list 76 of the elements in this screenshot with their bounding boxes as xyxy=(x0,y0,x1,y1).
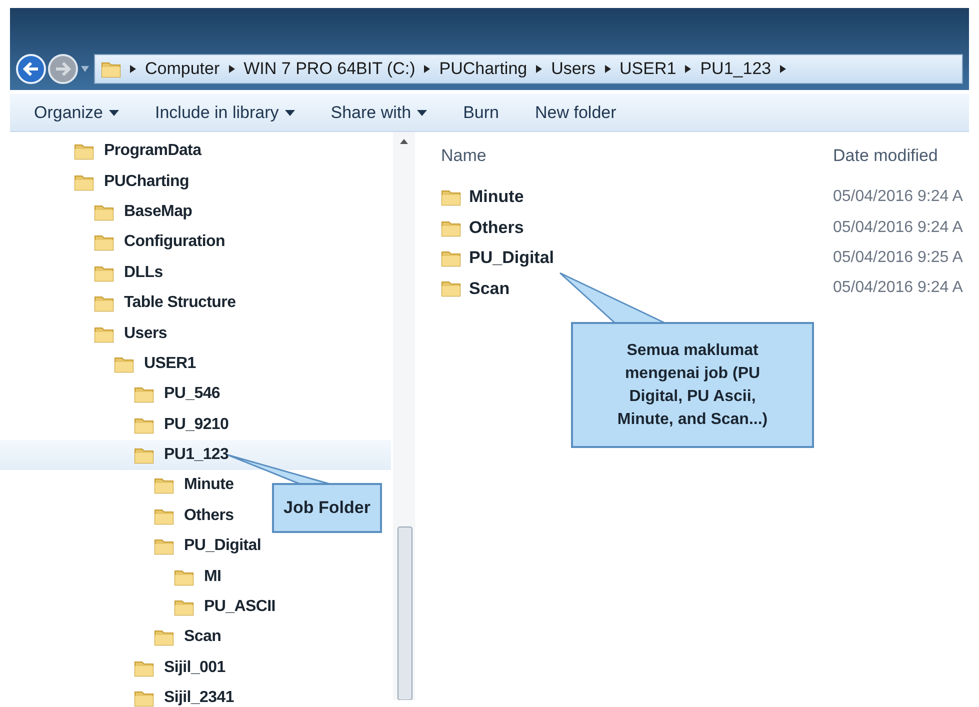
folder-icon xyxy=(174,568,194,586)
folder-icon xyxy=(114,354,134,373)
toolbar-button[interactable]: Include in library xyxy=(154,100,295,126)
tree-item[interactable]: PU_Digital xyxy=(0,531,262,562)
chevron-icon xyxy=(684,64,692,74)
folder-icon xyxy=(134,658,154,677)
tree-item[interactable]: Sijil_2341 xyxy=(0,683,234,707)
tree-item[interactable]: Minute xyxy=(0,470,234,501)
toolbar-button[interactable]: New folder xyxy=(535,100,616,126)
folder-icon xyxy=(74,142,94,160)
folder-icon xyxy=(134,416,154,434)
folder-icon xyxy=(441,279,461,298)
folder-icon xyxy=(154,476,174,494)
tree-item[interactable]: PU_546 xyxy=(0,379,220,410)
tree-item[interactable]: BaseMap xyxy=(0,196,192,228)
back-button[interactable] xyxy=(16,54,46,84)
folder-icon xyxy=(94,233,114,252)
date-modified: 05/04/2016 9:24 A xyxy=(833,218,963,238)
callout: Job Folder xyxy=(272,483,382,533)
folder-icon xyxy=(94,324,114,343)
tree-item[interactable]: PUCharting xyxy=(0,166,190,197)
breadcrumb[interactable]: USER1 xyxy=(620,56,676,82)
tree-item[interactable]: MI xyxy=(0,561,222,592)
dropdown-arrow-icon[interactable] xyxy=(80,65,90,73)
column-header[interactable]: Name xyxy=(441,143,833,169)
chevron-icon xyxy=(228,64,236,74)
folder-icon xyxy=(441,218,461,237)
folder-icon xyxy=(174,598,194,616)
file-name[interactable]: Scan xyxy=(469,276,510,302)
tree-item[interactable]: Table Structure xyxy=(0,288,236,318)
file-name[interactable]: Minute xyxy=(469,184,524,210)
breadcrumb[interactable]: Users xyxy=(551,56,596,82)
chevron-icon xyxy=(779,64,788,74)
folder-icon xyxy=(101,60,121,78)
folder-icon xyxy=(441,188,461,206)
tree-item[interactable]: ProgramData xyxy=(0,136,202,166)
folder-icon xyxy=(94,202,114,221)
toolbar-button[interactable]: Burn xyxy=(463,100,500,126)
folder-icon xyxy=(154,506,174,525)
folder-icon xyxy=(154,537,174,556)
breadcrumb[interactable]: PUCharting xyxy=(439,56,528,82)
chevron-icon xyxy=(535,64,544,74)
file-name[interactable]: Others xyxy=(469,214,524,240)
tree-item[interactable]: DLLs xyxy=(0,258,163,288)
tree-item[interactable]: PU1_123 xyxy=(0,440,391,470)
column-header[interactable]: Date modified xyxy=(833,143,938,169)
breadcrumb[interactable]: WIN 7 PRO 64BIT (C:) xyxy=(244,56,416,82)
chevron-icon xyxy=(604,64,612,74)
folder-icon xyxy=(94,294,114,312)
tree-item[interactable]: Sijil_001 xyxy=(0,652,226,684)
tree-item[interactable]: PU_ASCII xyxy=(0,592,276,622)
toolbar-button[interactable]: Share with xyxy=(330,100,428,126)
tree-item[interactable]: Others xyxy=(0,500,234,532)
folder-icon xyxy=(441,248,461,267)
breadcrumb[interactable]: PU1_123 xyxy=(700,56,772,82)
date-modified: 05/04/2016 9:25 A xyxy=(833,248,963,268)
tree-item[interactable]: PU_9210 xyxy=(0,410,229,440)
folder-icon xyxy=(134,446,154,464)
folder-icon xyxy=(134,385,154,404)
folder-icon xyxy=(154,628,174,646)
folder-icon xyxy=(94,264,114,282)
folder-icon xyxy=(74,172,94,191)
tree-item[interactable]: USER1 xyxy=(0,348,196,380)
scrollbar[interactable] xyxy=(393,132,415,700)
date-modified: 05/04/2016 9:24 A xyxy=(833,187,963,208)
chevron-icon xyxy=(129,64,137,74)
tree-item[interactable]: Users xyxy=(0,318,167,349)
address-bar[interactable]: Computer WIN 7 PRO 64BIT (C:) PUCharting Users USER1 PU1_123 xyxy=(94,54,963,84)
date-modified: 05/04/2016 9:24 A xyxy=(833,278,963,298)
file-name[interactable]: PU_Digital xyxy=(469,245,554,271)
folder-icon xyxy=(134,689,154,707)
chevron-icon xyxy=(423,64,432,74)
toolbar-button[interactable]: Organize xyxy=(34,100,119,126)
tree-item[interactable]: Configuration xyxy=(0,227,225,258)
tree-item[interactable]: Scan xyxy=(0,622,222,653)
breadcrumb[interactable]: Computer xyxy=(145,56,220,82)
